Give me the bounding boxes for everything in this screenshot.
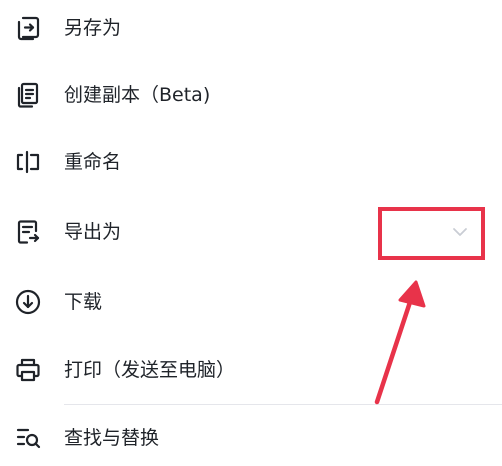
- export-icon: [14, 218, 42, 246]
- menu-item-label: 另存为: [64, 17, 122, 39]
- menu-item-find-replace[interactable]: 查找与替换: [0, 410, 502, 466]
- find-replace-icon: [14, 424, 42, 452]
- menu-item-label: 创建副本（Beta): [64, 84, 211, 106]
- save-as-icon: [14, 14, 42, 42]
- annotation-highlight-box: [378, 207, 485, 260]
- menu-item-label: 重命名: [64, 151, 122, 173]
- menu-item-save-as[interactable]: 另存为: [0, 0, 502, 56]
- menu-item-create-copy[interactable]: 创建副本（Beta): [0, 67, 502, 123]
- menu-item-label: 导出为: [64, 221, 122, 243]
- copy-icon: [14, 81, 42, 109]
- menu-item-label: 查找与替换: [64, 427, 160, 449]
- print-icon: [14, 356, 42, 384]
- annotation-arrow-icon: [374, 280, 426, 405]
- menu-item-label: 打印（发送至电脑）: [64, 359, 236, 381]
- menu-item-label: 下载: [64, 291, 103, 313]
- menu-item-rename[interactable]: 重命名: [0, 134, 502, 190]
- rename-icon: [14, 148, 42, 176]
- download-icon: [14, 288, 42, 316]
